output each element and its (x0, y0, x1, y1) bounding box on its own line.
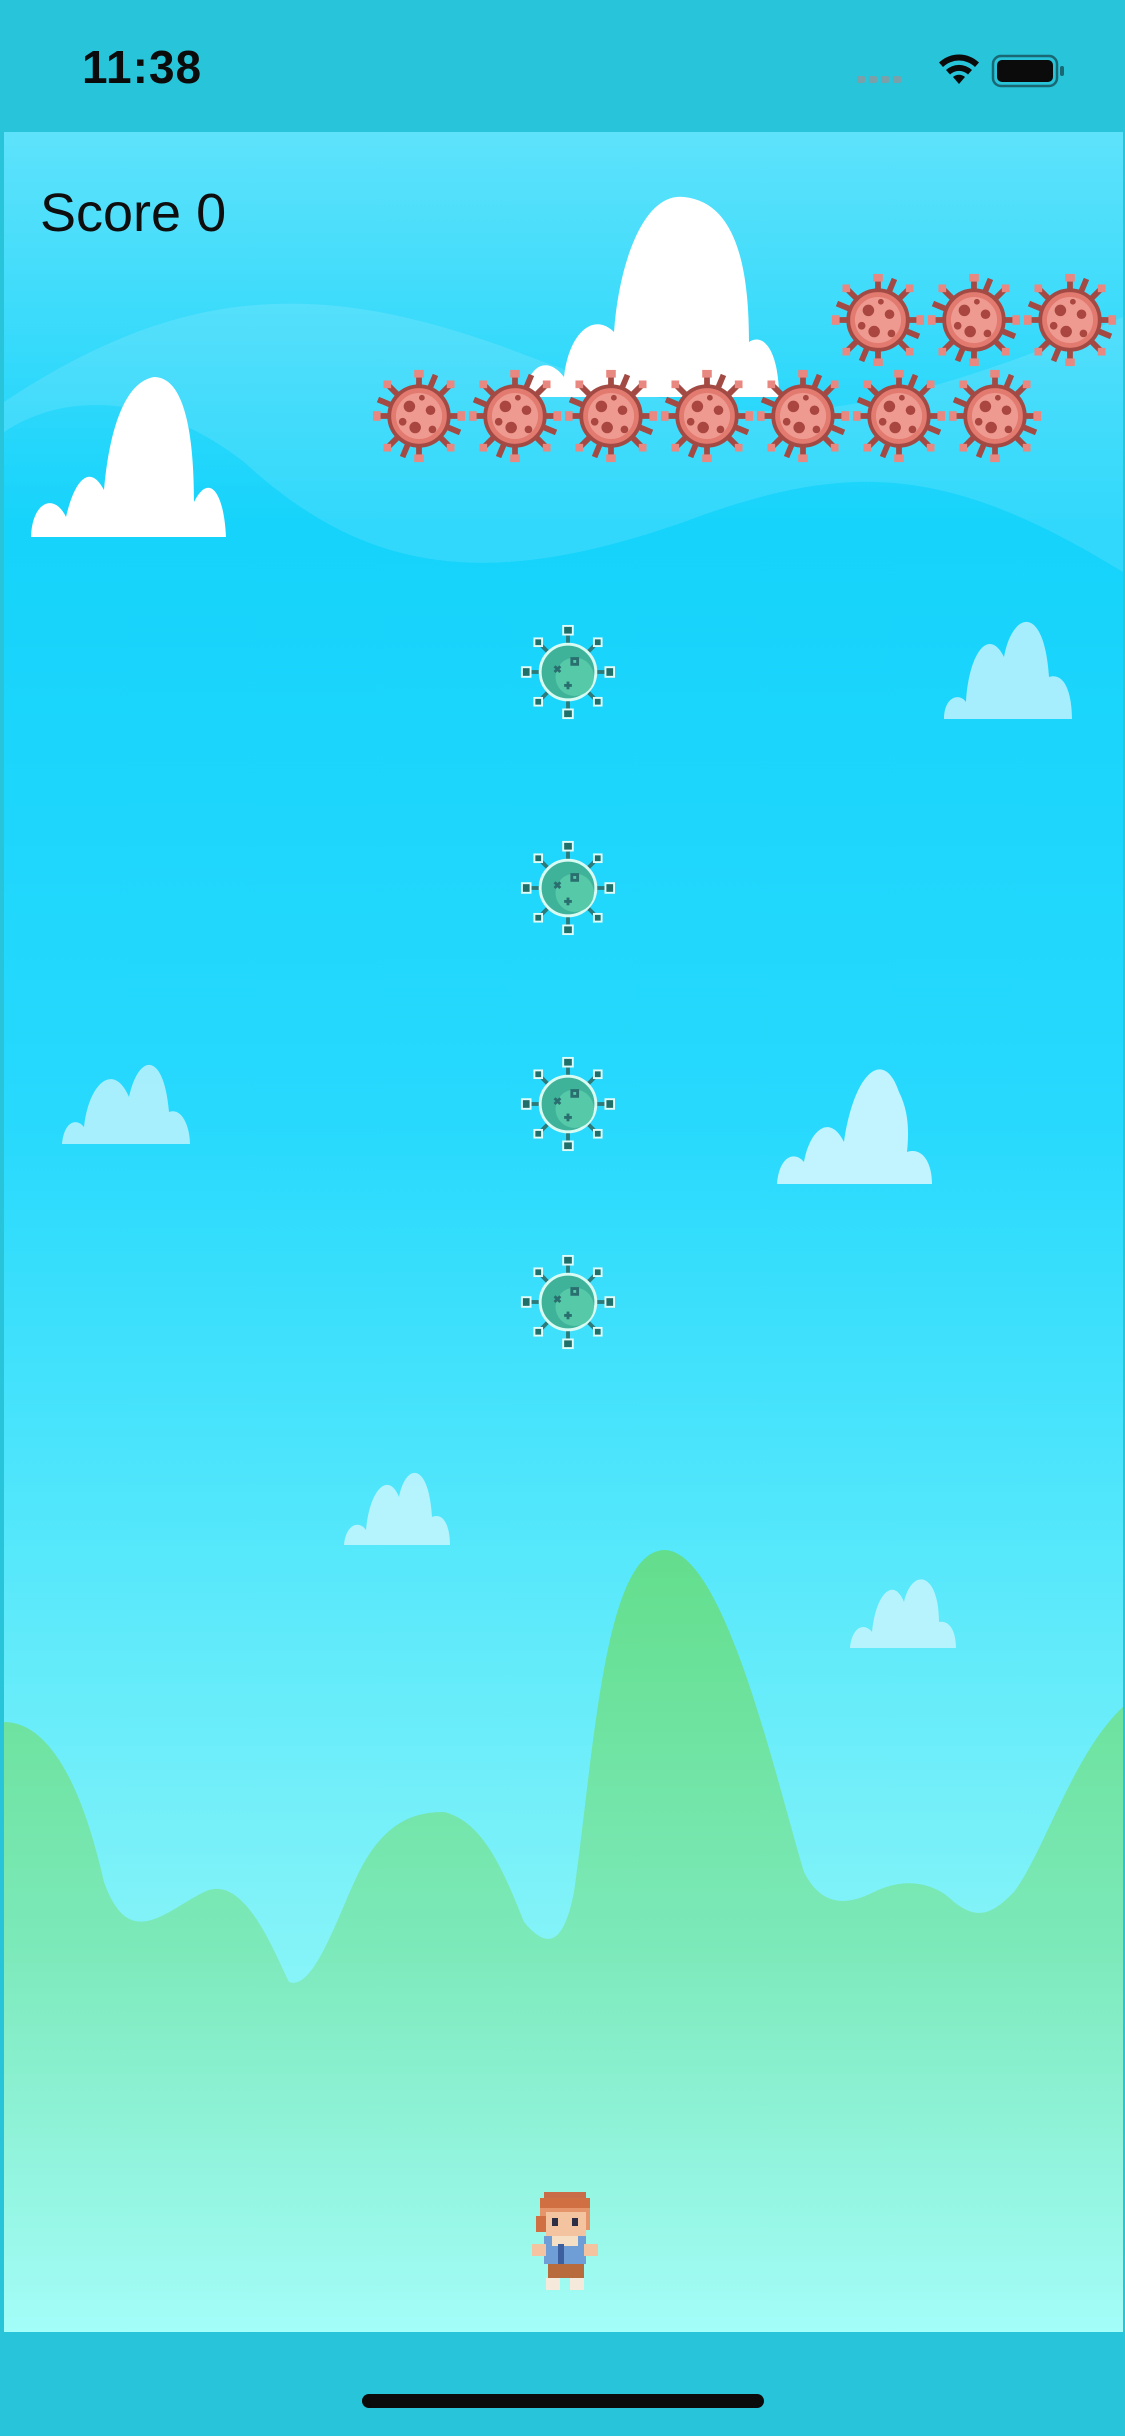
cloud-icon (944, 621, 1072, 719)
battery-icon (991, 54, 1064, 88)
red-virus-icon (565, 370, 657, 462)
cloud-icon (524, 196, 779, 397)
cellular-signal-icon (857, 76, 901, 83)
red-virus-icon (949, 370, 1041, 462)
cloud-icon (850, 1579, 956, 1648)
red-virus-icon (661, 370, 753, 462)
home-bar-area (0, 2332, 1125, 2436)
wifi-icon (939, 54, 979, 84)
cloud-icon (344, 1472, 450, 1545)
red-virus-icon (373, 370, 465, 462)
red-virus-icon (832, 274, 924, 366)
red-virus-icon (853, 370, 945, 462)
home-indicator[interactable] (362, 2394, 764, 2408)
green-virus-icon (520, 1254, 616, 1350)
status-bar: 11:38 (0, 0, 1125, 132)
green-virus-icon (520, 624, 616, 720)
red-virus-icon (469, 370, 561, 462)
cloud-icon (62, 1064, 190, 1144)
green-virus-icon (520, 1056, 616, 1152)
status-time: 11:38 (82, 41, 203, 93)
red-virus-icon (757, 370, 849, 462)
score-label: Score 0 (40, 183, 227, 243)
game-canvas[interactable]: Score 0 (4, 132, 1123, 2332)
status-icons (857, 54, 1064, 88)
cloud-icon (777, 1069, 932, 1184)
red-virus-icon (1024, 274, 1116, 366)
red-virus-icon (928, 274, 1020, 366)
game-scene (4, 196, 1123, 2332)
green-virus-icon (520, 840, 616, 936)
